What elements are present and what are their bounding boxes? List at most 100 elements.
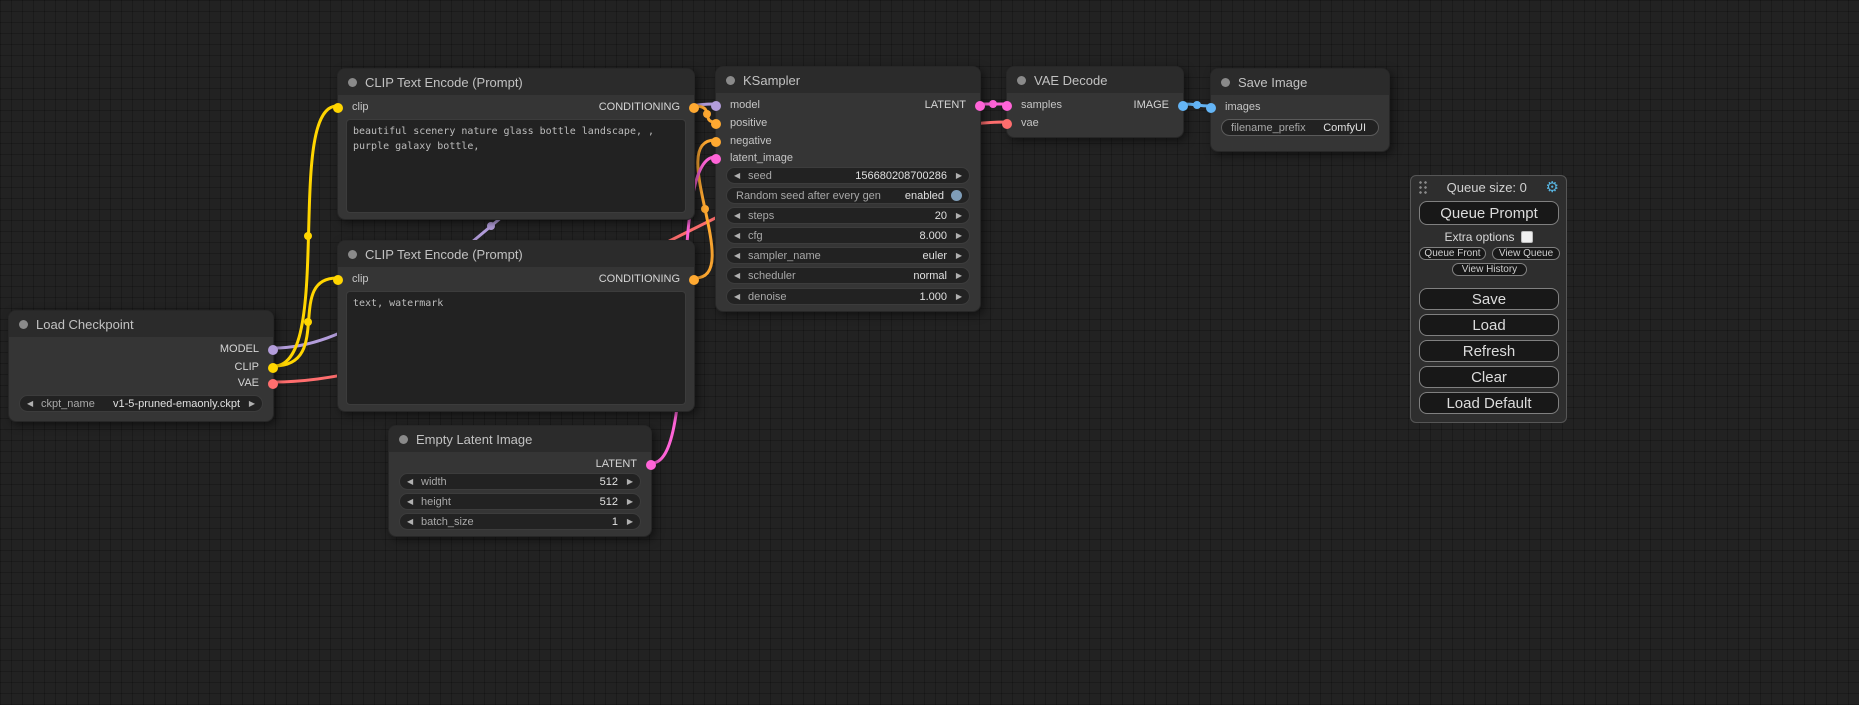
node-title-bar[interactable]: VAE Decode xyxy=(1007,67,1183,93)
collapse-dot-icon[interactable] xyxy=(399,435,408,444)
collapse-dot-icon[interactable] xyxy=(1221,78,1230,87)
conditioning-output-socket[interactable] xyxy=(689,103,699,113)
drag-handle-icon[interactable] xyxy=(1418,180,1428,194)
widget-value: 1 xyxy=(474,516,618,528)
positive-input-socket[interactable] xyxy=(711,119,721,129)
prompt-text-area[interactable]: text, watermark xyxy=(346,291,686,405)
images-input-socket[interactable] xyxy=(1206,103,1216,113)
increment-icon[interactable]: ▶ xyxy=(623,473,633,490)
input-label-negative: negative xyxy=(730,135,772,147)
increment-icon[interactable]: ▶ xyxy=(952,207,962,224)
node-clip-text-encode-negative[interactable]: CLIP Text Encode (Prompt) clip CONDITION… xyxy=(337,240,695,412)
collapse-dot-icon[interactable] xyxy=(1017,76,1026,85)
increment-icon[interactable]: ▶ xyxy=(952,267,962,284)
save-button[interactable]: Save xyxy=(1419,288,1559,310)
settings-gear-icon[interactable]: ⚙ xyxy=(1546,180,1559,195)
collapse-dot-icon[interactable] xyxy=(726,76,735,85)
widget-label: width xyxy=(421,476,447,488)
decrement-icon[interactable]: ◀ xyxy=(734,267,744,284)
toggle-knob-icon[interactable] xyxy=(951,190,962,201)
latent-image-input-socket[interactable] xyxy=(711,154,721,164)
decrement-icon[interactable]: ◀ xyxy=(407,513,417,530)
increment-icon[interactable]: ▶ xyxy=(952,247,962,264)
scheduler-widget[interactable]: ◀ scheduler normal ▶ xyxy=(726,267,970,284)
seed-widget[interactable]: ◀ seed 156680208700286 ▶ xyxy=(726,167,970,184)
decrement-icon[interactable]: ◀ xyxy=(734,288,744,305)
queue-prompt-button[interactable]: Queue Prompt xyxy=(1419,201,1559,225)
node-vae-decode[interactable]: VAE Decode samples IMAGE vae xyxy=(1006,66,1184,138)
samples-input-socket[interactable] xyxy=(1002,101,1012,111)
clip-input-socket[interactable] xyxy=(333,103,343,113)
output-label-latent: LATENT xyxy=(925,99,966,111)
latent-output-socket[interactable] xyxy=(975,101,985,111)
link-dot xyxy=(487,222,495,230)
height-widget[interactable]: ◀ height 512 ▶ xyxy=(399,493,641,510)
steps-widget[interactable]: ◀ steps 20 ▶ xyxy=(726,207,970,224)
collapse-dot-icon[interactable] xyxy=(348,78,357,87)
node-title-bar[interactable]: CLIP Text Encode (Prompt) xyxy=(338,69,694,95)
clip-output-socket[interactable] xyxy=(268,363,278,373)
width-widget[interactable]: ◀ width 512 ▶ xyxy=(399,473,641,490)
load-default-button[interactable]: Load Default xyxy=(1419,392,1559,414)
increment-icon[interactable]: ▶ xyxy=(952,288,962,305)
node-title-bar[interactable]: CLIP Text Encode (Prompt) xyxy=(338,241,694,267)
decrement-icon[interactable]: ◀ xyxy=(407,493,417,510)
batch-size-widget[interactable]: ◀ batch_size 1 ▶ xyxy=(399,513,641,530)
output-row: CLIP xyxy=(9,359,273,376)
ckpt-name-widget[interactable]: ◀ ckpt_name v1-5-pruned-emaonly.ckpt ▶ xyxy=(19,395,263,412)
view-queue-button[interactable]: View Queue xyxy=(1492,247,1560,260)
output-label-clip: CLIP xyxy=(235,361,259,373)
node-title-bar[interactable]: KSampler xyxy=(716,67,980,93)
filename-prefix-widget[interactable]: filename_prefix ComfyUI xyxy=(1221,119,1379,136)
increment-icon[interactable]: ▶ xyxy=(623,513,633,530)
vae-input-socket[interactable] xyxy=(1002,119,1012,129)
increment-icon[interactable]: ▶ xyxy=(623,493,633,510)
model-output-socket[interactable] xyxy=(268,345,278,355)
latent-output-socket[interactable] xyxy=(646,460,656,470)
model-input-socket[interactable] xyxy=(711,101,721,111)
node-title-bar[interactable]: Save Image xyxy=(1211,69,1389,95)
node-title: CLIP Text Encode (Prompt) xyxy=(365,75,523,90)
decrement-icon[interactable]: ◀ xyxy=(407,473,417,490)
increment-icon[interactable]: ▶ xyxy=(952,227,962,244)
clip-input-socket[interactable] xyxy=(333,275,343,285)
vae-output-socket[interactable] xyxy=(268,379,278,389)
cfg-widget[interactable]: ◀ cfg 8.000 ▶ xyxy=(726,227,970,244)
widget-value: 1.000 xyxy=(787,291,947,303)
queue-size-label: Queue size: 0 xyxy=(1447,180,1527,195)
node-empty-latent-image[interactable]: Empty Latent Image LATENT ◀ width 512 ▶ … xyxy=(388,425,652,537)
decrement-icon[interactable]: ◀ xyxy=(27,395,37,412)
collapse-dot-icon[interactable] xyxy=(348,250,357,259)
load-button[interactable]: Load xyxy=(1419,314,1559,336)
node-save-image[interactable]: Save Image images filename_prefix ComfyU… xyxy=(1210,68,1390,152)
decrement-icon[interactable]: ◀ xyxy=(734,207,744,224)
node-load-checkpoint[interactable]: Load Checkpoint MODEL CLIP VAE ◀ ckpt_na… xyxy=(8,310,274,422)
clear-button[interactable]: Clear xyxy=(1419,366,1559,388)
image-output-socket[interactable] xyxy=(1178,101,1188,111)
random-seed-toggle[interactable]: Random seed after every gen enabled xyxy=(726,187,970,204)
denoise-widget[interactable]: ◀ denoise 1.000 ▶ xyxy=(726,288,970,305)
node-clip-text-encode-positive[interactable]: CLIP Text Encode (Prompt) clip CONDITION… xyxy=(337,68,695,220)
negative-input-socket[interactable] xyxy=(711,137,721,147)
decrement-icon[interactable]: ◀ xyxy=(734,227,744,244)
decrement-icon[interactable]: ◀ xyxy=(734,167,744,184)
node-ksampler[interactable]: KSampler model LATENT positive negative … xyxy=(715,66,981,312)
node-title-bar[interactable]: Load Checkpoint xyxy=(9,311,273,337)
widget-value: 512 xyxy=(447,476,618,488)
increment-icon[interactable]: ▶ xyxy=(952,167,962,184)
prompt-text-area[interactable]: beautiful scenery nature glass bottle la… xyxy=(346,119,686,213)
slot-row: images xyxy=(1211,99,1389,116)
view-history-button[interactable]: View History xyxy=(1452,263,1527,276)
slot-row: samples IMAGE xyxy=(1007,97,1183,114)
sampler-name-widget[interactable]: ◀ sampler_name euler ▶ xyxy=(726,247,970,264)
widget-label: seed xyxy=(748,170,772,182)
refresh-button[interactable]: Refresh xyxy=(1419,340,1559,362)
conditioning-output-socket[interactable] xyxy=(689,275,699,285)
queue-front-button[interactable]: Queue Front xyxy=(1419,247,1486,260)
increment-icon[interactable]: ▶ xyxy=(245,395,255,412)
decrement-icon[interactable]: ◀ xyxy=(734,247,744,264)
collapse-dot-icon[interactable] xyxy=(19,320,28,329)
node-title-bar[interactable]: Empty Latent Image xyxy=(389,426,651,452)
extra-options-checkbox[interactable] xyxy=(1521,231,1533,243)
output-label-latent: LATENT xyxy=(596,458,637,470)
